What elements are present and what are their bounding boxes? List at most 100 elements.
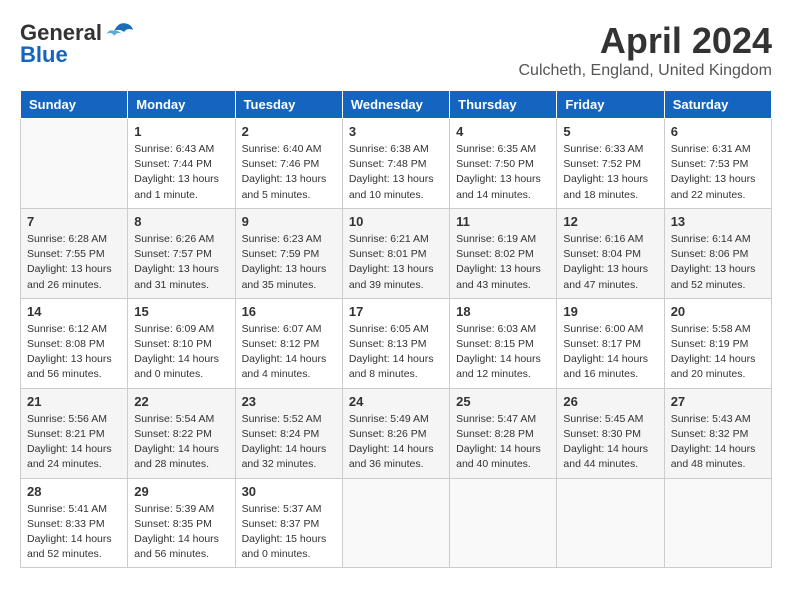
day-number: 28 xyxy=(27,484,121,499)
day-number: 19 xyxy=(563,304,657,319)
day-info: Sunrise: 5:49 AMSunset: 8:26 PMDaylight:… xyxy=(349,412,443,473)
calendar-cell: 26 Sunrise: 5:45 AMSunset: 8:30 PMDayligh… xyxy=(557,388,664,478)
day-info: Sunrise: 5:41 AMSunset: 8:33 PMDaylight:… xyxy=(27,502,121,563)
day-number: 23 xyxy=(242,394,336,409)
day-number: 18 xyxy=(456,304,550,319)
calendar-cell: 14 Sunrise: 6:12 AMSunset: 8:08 PMDayligh… xyxy=(21,298,128,388)
calendar-week-2: 7 Sunrise: 6:28 AMSunset: 7:55 PMDaylight… xyxy=(21,208,772,298)
calendar-cell: 8Sunrise: 6:26 AMSunset: 7:57 PMDaylight… xyxy=(128,208,235,298)
day-number: 9 xyxy=(242,214,336,229)
day-number: 13 xyxy=(671,214,765,229)
calendar-cell: 15 Sunrise: 6:09 AMSunset: 8:10 PMDayligh… xyxy=(128,298,235,388)
calendar-title: April 2024 xyxy=(519,20,773,62)
day-number: 17 xyxy=(349,304,443,319)
calendar-cell: 24 Sunrise: 5:49 AMSunset: 8:26 PMDayligh… xyxy=(342,388,449,478)
day-number: 4 xyxy=(456,124,550,139)
day-info: Sunrise: 6:33 AMSunset: 7:52 PMDaylight:… xyxy=(563,142,657,203)
calendar-cell: 30 Sunrise: 5:37 AMSunset: 8:37 PMDayligh… xyxy=(235,478,342,568)
calendar-cell: 11Sunrise: 6:19 AMSunset: 8:02 PMDayligh… xyxy=(450,208,557,298)
day-number: 5 xyxy=(563,124,657,139)
calendar-cell: 17 Sunrise: 6:05 AMSunset: 8:13 PMDayligh… xyxy=(342,298,449,388)
day-info: Sunrise: 6:16 AMSunset: 8:04 PMDaylight:… xyxy=(563,232,657,293)
day-info: Sunrise: 5:43 AMSunset: 8:32 PMDaylight:… xyxy=(671,412,765,473)
day-number: 27 xyxy=(671,394,765,409)
day-header-wednesday: Wednesday xyxy=(342,91,449,119)
calendar-cell: 29 Sunrise: 5:39 AMSunset: 8:35 PMDayligh… xyxy=(128,478,235,568)
day-info: Sunrise: 5:39 AMSunset: 8:35 PMDaylight:… xyxy=(134,502,228,563)
day-header-friday: Friday xyxy=(557,91,664,119)
day-info: Sunrise: 5:54 AMSunset: 8:22 PMDaylight:… xyxy=(134,412,228,473)
calendar-cell xyxy=(342,478,449,568)
day-header-monday: Monday xyxy=(128,91,235,119)
calendar-cell: 4 Sunrise: 6:35 AMSunset: 7:50 PMDaylight… xyxy=(450,119,557,209)
day-number: 30 xyxy=(242,484,336,499)
day-info: Sunrise: 6:26 AMSunset: 7:57 PMDaylight:… xyxy=(134,232,228,293)
calendar-cell: 16 Sunrise: 6:07 AMSunset: 8:12 PMDayligh… xyxy=(235,298,342,388)
day-number: 21 xyxy=(27,394,121,409)
calendar-cell xyxy=(664,478,771,568)
calendar-cell: 10 Sunrise: 6:21 AMSunset: 8:01 PMDayligh… xyxy=(342,208,449,298)
day-info: Sunrise: 6:31 AMSunset: 7:53 PMDaylight:… xyxy=(671,142,765,203)
day-number: 29 xyxy=(134,484,228,499)
day-info: Sunrise: 5:56 AMSunset: 8:21 PMDaylight:… xyxy=(27,412,121,473)
day-header-tuesday: Tuesday xyxy=(235,91,342,119)
calendar-cell: 20 Sunrise: 5:58 AMSunset: 8:19 PMDayligh… xyxy=(664,298,771,388)
calendar-cell xyxy=(450,478,557,568)
day-info: Sunrise: 6:35 AMSunset: 7:50 PMDaylight:… xyxy=(456,142,550,203)
day-header-saturday: Saturday xyxy=(664,91,771,119)
calendar-cell: 23 Sunrise: 5:52 AMSunset: 8:24 PMDayligh… xyxy=(235,388,342,478)
day-info: Sunrise: 6:38 AMSunset: 7:48 PMDaylight:… xyxy=(349,142,443,203)
day-number: 16 xyxy=(242,304,336,319)
day-info: Sunrise: 5:58 AMSunset: 8:19 PMDaylight:… xyxy=(671,322,765,383)
calendar-week-3: 14 Sunrise: 6:12 AMSunset: 8:08 PMDayligh… xyxy=(21,298,772,388)
calendar-cell: 18Sunrise: 6:03 AMSunset: 8:15 PMDayligh… xyxy=(450,298,557,388)
day-number: 1 xyxy=(134,124,228,139)
day-header-sunday: Sunday xyxy=(21,91,128,119)
calendar-cell: 7 Sunrise: 6:28 AMSunset: 7:55 PMDaylight… xyxy=(21,208,128,298)
calendar-cell: 1Sunrise: 6:43 AMSunset: 7:44 PMDaylight… xyxy=(128,119,235,209)
day-number: 15 xyxy=(134,304,228,319)
day-info: Sunrise: 6:21 AMSunset: 8:01 PMDaylight:… xyxy=(349,232,443,293)
logo: General Blue xyxy=(20,20,134,68)
calendar-cell: 21 Sunrise: 5:56 AMSunset: 8:21 PMDayligh… xyxy=(21,388,128,478)
day-number: 22 xyxy=(134,394,228,409)
day-info: Sunrise: 6:09 AMSunset: 8:10 PMDaylight:… xyxy=(134,322,228,383)
day-info: Sunrise: 5:45 AMSunset: 8:30 PMDaylight:… xyxy=(563,412,657,473)
day-info: Sunrise: 5:52 AMSunset: 8:24 PMDaylight:… xyxy=(242,412,336,473)
day-info: Sunrise: 5:47 AMSunset: 8:28 PMDaylight:… xyxy=(456,412,550,473)
calendar-cell: 2 Sunrise: 6:40 AMSunset: 7:46 PMDaylight… xyxy=(235,119,342,209)
day-header-thursday: Thursday xyxy=(450,91,557,119)
day-info: Sunrise: 6:12 AMSunset: 8:08 PMDaylight:… xyxy=(27,322,121,383)
day-number: 7 xyxy=(27,214,121,229)
calendar-cell: 27 Sunrise: 5:43 AMSunset: 8:32 PMDayligh… xyxy=(664,388,771,478)
day-info: Sunrise: 6:40 AMSunset: 7:46 PMDaylight:… xyxy=(242,142,336,203)
day-number: 20 xyxy=(671,304,765,319)
calendar-cell: 19 Sunrise: 6:00 AMSunset: 8:17 PMDayligh… xyxy=(557,298,664,388)
day-info: Sunrise: 5:37 AMSunset: 8:37 PMDaylight:… xyxy=(242,502,336,563)
page-header: General Blue April 2024 Culcheth, Englan… xyxy=(20,20,772,80)
day-info: Sunrise: 6:07 AMSunset: 8:12 PMDaylight:… xyxy=(242,322,336,383)
logo-bird-icon xyxy=(106,22,134,44)
title-section: April 2024 Culcheth, England, United Kin… xyxy=(519,20,773,80)
calendar-cell: 22 Sunrise: 5:54 AMSunset: 8:22 PMDayligh… xyxy=(128,388,235,478)
calendar-cell: 28 Sunrise: 5:41 AMSunset: 8:33 PMDayligh… xyxy=(21,478,128,568)
day-number: 24 xyxy=(349,394,443,409)
calendar-cell: 3Sunrise: 6:38 AMSunset: 7:48 PMDaylight… xyxy=(342,119,449,209)
calendar-cell xyxy=(557,478,664,568)
day-number: 10 xyxy=(349,214,443,229)
day-number: 26 xyxy=(563,394,657,409)
calendar-week-1: 1Sunrise: 6:43 AMSunset: 7:44 PMDaylight… xyxy=(21,119,772,209)
calendar-cell: 12 Sunrise: 6:16 AMSunset: 8:04 PMDayligh… xyxy=(557,208,664,298)
day-number: 14 xyxy=(27,304,121,319)
logo-text-blue: Blue xyxy=(20,42,68,68)
calendar-table: SundayMondayTuesdayWednesdayThursdayFrid… xyxy=(20,90,772,568)
day-info: Sunrise: 6:00 AMSunset: 8:17 PMDaylight:… xyxy=(563,322,657,383)
day-number: 2 xyxy=(242,124,336,139)
day-info: Sunrise: 6:05 AMSunset: 8:13 PMDaylight:… xyxy=(349,322,443,383)
day-info: Sunrise: 6:28 AMSunset: 7:55 PMDaylight:… xyxy=(27,232,121,293)
day-number: 12 xyxy=(563,214,657,229)
day-info: Sunrise: 6:23 AMSunset: 7:59 PMDaylight:… xyxy=(242,232,336,293)
calendar-subtitle: Culcheth, England, United Kingdom xyxy=(519,62,773,80)
day-number: 25 xyxy=(456,394,550,409)
calendar-cell: 9 Sunrise: 6:23 AMSunset: 7:59 PMDaylight… xyxy=(235,208,342,298)
